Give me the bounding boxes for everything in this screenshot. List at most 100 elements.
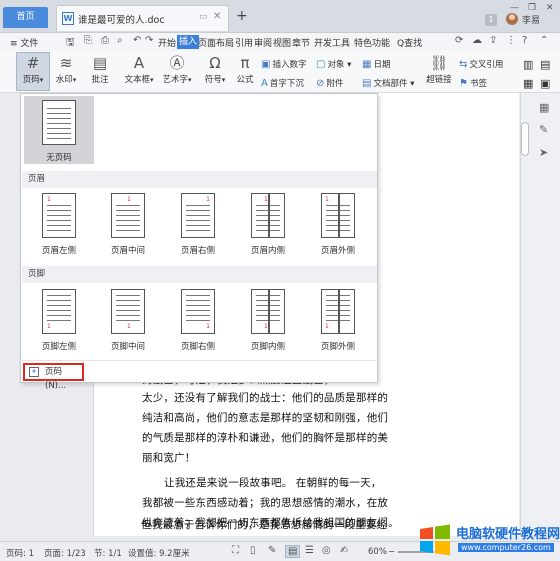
first-drop-button[interactable]: A 首字下沉 (261, 77, 304, 89)
scrollbar-thumb[interactable] (521, 122, 529, 156)
header-right-option[interactable]: 1 页眉右侧 (173, 193, 223, 256)
insert-number-button[interactable]: ▣ 插入数字 (261, 58, 306, 70)
footer-right-label: 页脚右侧 (180, 342, 215, 352)
cloud-icon[interactable]: ☁ (472, 35, 482, 46)
sync-icon[interactable]: ⟳ (455, 35, 463, 46)
grid-view-icon[interactable]: ▦ (523, 77, 533, 90)
print-preview-icon[interactable]: ⌕ (117, 35, 123, 46)
no-page-number-option[interactable]: 无页码 (24, 96, 94, 164)
comment-button[interactable]: ▤ 批注 (87, 53, 113, 85)
art-text-button[interactable]: Ⓐ 艺术字▾ (160, 53, 194, 85)
attachment-button[interactable]: ⊘ 附件 (316, 77, 343, 89)
tab-references[interactable]: 引用 (235, 36, 253, 49)
help-icon[interactable]: ? (522, 35, 527, 46)
no-page-number-label: 无页码 (46, 153, 72, 163)
file-menu[interactable]: ≡ 文件 (10, 36, 38, 49)
document-tab[interactable]: W 谁是最可爱的人.doc ▭ ✕ (56, 5, 229, 31)
redo-icon[interactable]: ↷ (145, 35, 153, 46)
tab-home[interactable]: 开始 (158, 36, 176, 49)
status-page[interactable]: 页码: 1 (6, 547, 34, 559)
layout-view-icon[interactable]: ▥ (523, 58, 533, 71)
print-icon[interactable]: ⎙ (101, 35, 109, 46)
textbox-icon: A (133, 54, 145, 72)
footer-inside-option[interactable]: 1 页脚内侧 (243, 289, 293, 352)
status-setting[interactable]: 设置值: 9.2厘米 (128, 547, 190, 559)
avatar[interactable] (506, 13, 518, 25)
footer-right-option[interactable]: 1 页脚右侧 (173, 289, 223, 352)
menu-bar: ≡ 文件 🖫 ⎘ ⎙ ⌕ ↶ ↷ 开始 插入 页面布局 引用 审阅 视图 章节 … (0, 33, 560, 51)
tab-page-layout[interactable]: 页面布局 (198, 36, 234, 49)
monitor-icon[interactable]: ▭ (199, 12, 208, 22)
tab-features[interactable]: 特色功能 (354, 36, 390, 49)
full-view-icon[interactable]: ▣ (540, 77, 550, 90)
watermark-label: 水印 (55, 75, 73, 85)
pen-icon[interactable]: ✎ (539, 123, 548, 136)
close-tab-icon[interactable]: ✕ (213, 11, 221, 22)
page-settings-icon: # (29, 367, 39, 377)
close-window-button[interactable]: ✕ (546, 3, 554, 13)
restore-button[interactable]: ❐ (528, 3, 536, 13)
footer-outside-label: 页脚外侧 (320, 342, 355, 352)
object-button[interactable]: ▢ 对象 ▾ (316, 58, 351, 70)
tab-insert[interactable]: 插入 (177, 35, 200, 49)
calendar-icon: ▦ (362, 59, 372, 70)
header-left-option[interactable]: 1 页眉左侧 (34, 193, 84, 256)
tab-developer[interactable]: 开发工具 (314, 36, 350, 49)
username[interactable]: 李易 (522, 13, 540, 26)
window-count-badge[interactable]: 1 (485, 14, 497, 26)
minimize-button[interactable]: — (510, 3, 519, 13)
header-inside-option[interactable]: 1 页眉内侧 (243, 193, 293, 256)
write-view-icon[interactable]: ✍ (340, 545, 348, 556)
page-view-icon[interactable]: ▤ (285, 545, 301, 558)
protect-icon[interactable]: ✎ (268, 545, 276, 556)
textbox-button[interactable]: A 文本框▾ (122, 53, 156, 85)
windows-logo-icon (420, 524, 450, 556)
style-icon[interactable]: ▦ (539, 101, 549, 114)
art-text-icon: Ⓐ (169, 54, 185, 72)
export-pdf-icon[interactable]: ⎘ (84, 35, 92, 46)
home-tab[interactable]: 首页 (3, 7, 48, 28)
footer-center-label: 页脚中间 (110, 342, 145, 352)
page-number-button[interactable]: # 页码▾ (16, 52, 50, 91)
cross-ref-label: 交叉引用 (469, 60, 504, 70)
undo-icon[interactable]: ↶ (133, 35, 141, 46)
header-section-title: 页眉 (22, 171, 377, 188)
date-button[interactable]: ▦ 日期 (362, 58, 390, 70)
footer-outside-option[interactable]: 1 页脚外侧 (313, 289, 363, 352)
more-icon[interactable]: ⋮ (506, 35, 516, 46)
cross-reference-button[interactable]: ⇆ 交叉引用 (459, 58, 503, 70)
web-view-icon[interactable]: ◎ (322, 545, 331, 556)
header-outside-option[interactable]: 1 页眉外侧 (313, 193, 363, 256)
footer-center-option[interactable]: 1 页脚中间 (103, 289, 153, 352)
watermark-button[interactable]: ≋ 水印▾ (51, 53, 81, 85)
bookmark-button[interactable]: ⚑ 书签 (459, 77, 487, 89)
page-number-settings-button[interactable]: # 页码(N)... (23, 363, 84, 391)
add-tab-button[interactable]: + (236, 8, 248, 24)
header-center-option[interactable]: 1 页眉中间 (103, 193, 153, 256)
split-view-icon[interactable]: ▤ (540, 58, 550, 71)
tab-review[interactable]: 审阅 (254, 36, 272, 49)
reading-view-icon[interactable]: ▯ (250, 545, 256, 556)
symbol-button[interactable]: Ω 符号▾ (201, 53, 229, 85)
tab-section[interactable]: 章节 (292, 36, 310, 49)
footer-left-option[interactable]: 1 页脚左侧 (34, 289, 84, 352)
status-section[interactable]: 节: 1/1 (94, 547, 122, 559)
search-button[interactable]: Q查找 (397, 36, 422, 49)
hyperlink-button[interactable]: ⛓ 超链接 (425, 53, 453, 85)
share-icon[interactable]: ⇪ (489, 35, 497, 46)
outline-view-icon[interactable]: ☰ (305, 545, 314, 556)
focus-mode-icon[interactable]: ⛶ (232, 545, 239, 556)
text-line: 纯洁和高尚，他们的意志是那样的坚韧和刚强，他们 (142, 412, 389, 424)
formula-button[interactable]: π 公式 (233, 53, 257, 85)
tab-view[interactable]: 视图 (273, 36, 291, 49)
cursor-icon[interactable]: ➤ (539, 146, 548, 159)
comment-label: 批注 (91, 75, 109, 85)
save-icon[interactable]: 🖫 (66, 35, 75, 52)
status-pages[interactable]: 页面: 1/23 (44, 547, 86, 559)
site-watermark-logo: 电脑软硬件教程网 www.computer26.com (418, 521, 560, 561)
collapse-ribbon-icon[interactable]: ⌃ (540, 35, 548, 46)
attachment-label: 附件 (326, 79, 344, 89)
zoom-level[interactable]: 60% (368, 547, 387, 557)
doc-parts-button[interactable]: ▤ 文档部件 ▾ (362, 77, 414, 89)
zoom-out-button[interactable]: − (388, 547, 395, 557)
